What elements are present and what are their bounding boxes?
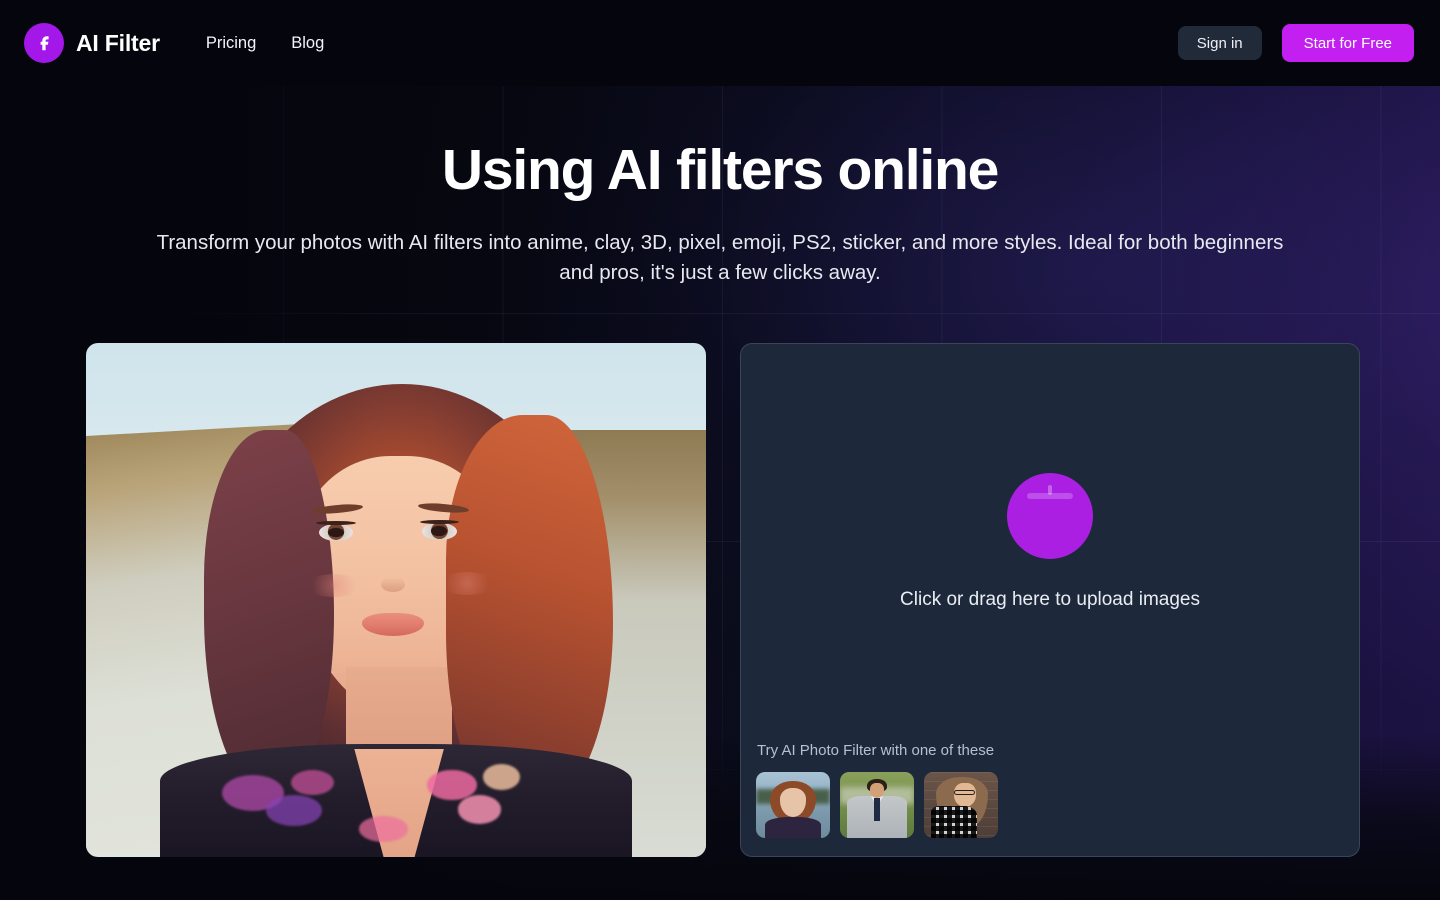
upload-panel: Click or drag here to upload images Try … — [740, 343, 1360, 857]
thumb3-scarf — [931, 806, 978, 838]
upload-dropzone-label: Click or drag here to upload images — [900, 589, 1200, 610]
thumb1-body — [764, 816, 822, 838]
hero-subtitle: Transform your photos with AI filters in… — [156, 230, 1284, 285]
sample-images-section: Try AI Photo Filter with one of these — [756, 742, 1344, 838]
upload-dropzone[interactable]: Click or drag here to upload images — [741, 344, 1359, 740]
hero-section: Using AI filters online Transform your p… — [0, 86, 1440, 289]
thumb3-face — [953, 783, 976, 807]
main-panels: Click or drag here to upload images Try … — [86, 343, 1360, 857]
illustration-flower-petal — [265, 795, 322, 827]
upload-cloud-icon — [1007, 473, 1093, 559]
nav-link-pricing[interactable]: Pricing — [206, 35, 256, 52]
sample-thumbnail-1[interactable] — [756, 772, 830, 838]
preview-image — [86, 343, 706, 857]
brand-logo[interactable]: AI Filter — [24, 23, 160, 63]
page-root: AI Filter Pricing Blog Sign in Start for… — [0, 0, 1440, 900]
thumb2-tie — [874, 798, 880, 821]
sign-in-button[interactable]: Sign in — [1177, 26, 1262, 60]
start-for-free-button[interactable]: Start for Free — [1281, 24, 1414, 62]
illustration-flower-petal — [482, 764, 520, 791]
page-title: Using AI filters online — [441, 138, 999, 202]
illustration-flower-petal — [458, 795, 502, 824]
sample-thumbnail-3[interactable] — [924, 772, 998, 838]
illustration-pupil-left — [328, 527, 344, 538]
illustration-flower-petal — [358, 815, 409, 842]
preview-illustration — [86, 343, 706, 857]
brand-name: AI Filter — [76, 29, 160, 56]
sample-thumbnail-2[interactable] — [840, 772, 914, 838]
sample-thumbnail-list — [756, 772, 1344, 838]
sample-images-label: Try AI Photo Filter with one of these — [757, 742, 995, 759]
site-header: AI Filter Pricing Blog Sign in Start for… — [0, 0, 1440, 86]
letter-f-logo-icon — [24, 23, 64, 63]
illustration-blush-right — [439, 571, 496, 595]
thumb3-glasses — [954, 790, 976, 796]
illustration-flower-petal — [290, 769, 334, 796]
nav-link-blog[interactable]: Blog — [291, 35, 324, 52]
primary-nav: Pricing Blog — [206, 35, 324, 52]
header-actions: Sign in Start for Free — [1177, 24, 1414, 62]
